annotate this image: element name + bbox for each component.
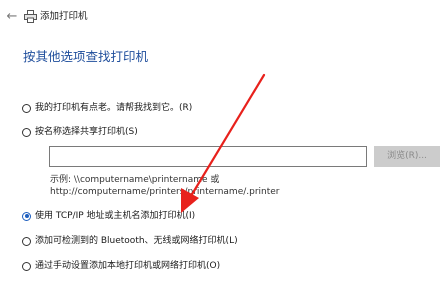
add-printer-window: ← 添加打印机 按其他选项查找打印机 我的打印机有点老。请帮我找到它。(R) 按…: [0, 0, 443, 282]
radio-bluetooth-wireless-network[interactable]: [22, 236, 31, 246]
option-select-shared-by-name[interactable]: 按名称选择共享打印机(S): [22, 125, 138, 139]
example-text-line2: http://computername/printers/printername…: [50, 187, 280, 197]
title-bar: ← 添加打印机: [0, 8, 443, 26]
page-heading: 按其他选项查找打印机: [23, 49, 149, 64]
shared-printer-name-input[interactable]: [49, 146, 367, 167]
window-title: 添加打印机: [40, 11, 88, 22]
back-arrow-icon[interactable]: ←: [4, 9, 20, 25]
radio-select-shared-by-name[interactable]: [22, 127, 31, 137]
browse-button[interactable]: 浏览(R)...: [374, 146, 440, 167]
option-printer-is-old[interactable]: 我的打印机有点老。请帮我找到它。(R): [22, 101, 192, 115]
radio-tcp-ip[interactable]: [22, 211, 31, 221]
option-manual-local-network[interactable]: 通过手动设置添加本地打印机或网络打印机(O): [22, 259, 220, 273]
printer-icon: [24, 10, 37, 23]
option-tcp-ip[interactable]: 使用 TCP/IP 地址或主机名添加打印机(I): [22, 209, 195, 223]
option-label: 按名称选择共享打印机(S): [35, 127, 138, 137]
option-label: 使用 TCP/IP 地址或主机名添加打印机(I): [35, 211, 196, 221]
option-label: 通过手动设置添加本地打印机或网络打印机(O): [35, 261, 221, 271]
option-bluetooth-wireless-network[interactable]: 添加可检测到的 Bluetooth、无线或网络打印机(L): [22, 234, 238, 248]
radio-printer-is-old[interactable]: [22, 103, 31, 113]
option-label: 我的打印机有点老。请帮我找到它。(R): [35, 103, 193, 113]
radio-manual-local-network[interactable]: [22, 261, 31, 271]
option-label: 添加可检测到的 Bluetooth、无线或网络打印机(L): [35, 236, 238, 246]
example-text-line1: 示例: \\computername\printername 或: [50, 175, 220, 185]
